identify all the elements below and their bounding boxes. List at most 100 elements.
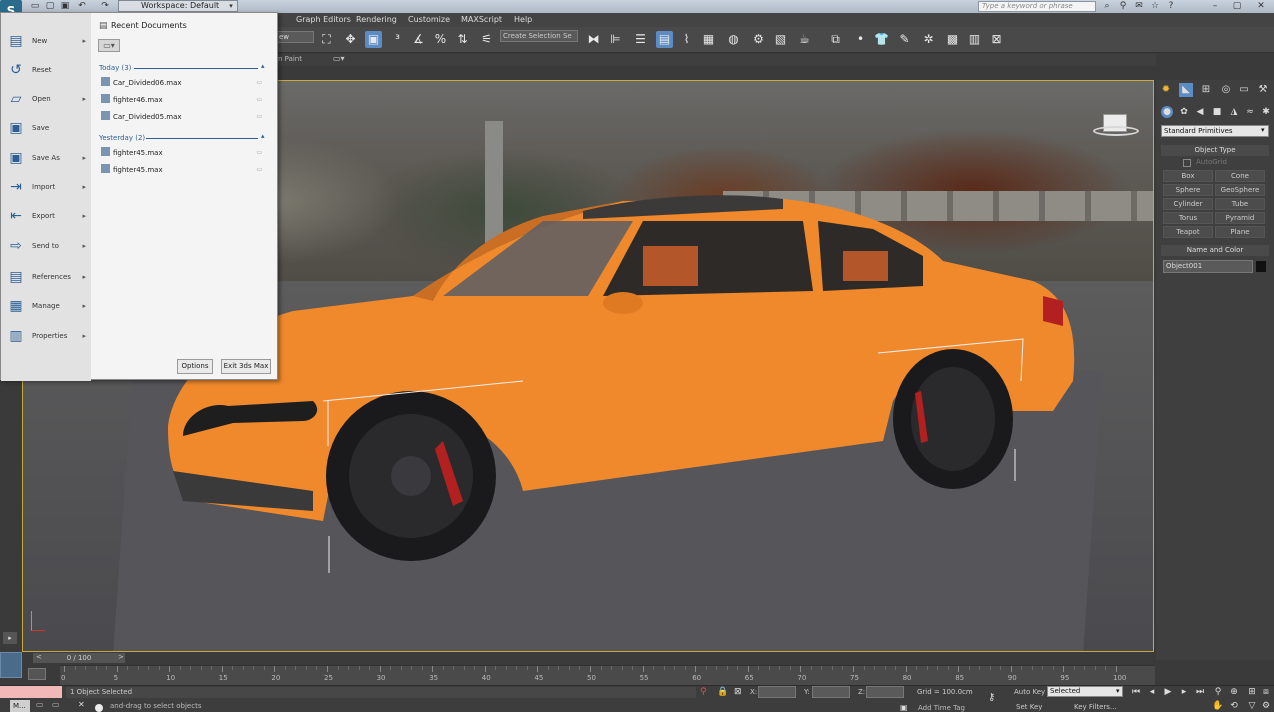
spacewarps-icon[interactable]: ≈	[1244, 106, 1256, 118]
menu-rendering[interactable]: Rendering	[356, 13, 397, 27]
recent-doc-item[interactable]: fighter45.max ▭	[101, 147, 266, 159]
chevron-down-icon[interactable]: ▾	[226, 1, 236, 11]
select-and-link-icon[interactable]: ⛶	[318, 31, 335, 48]
menu-graph-editors[interactable]: Graph Editors	[296, 13, 351, 27]
redo-icon[interactable]: ↷	[100, 1, 110, 11]
material-editor-icon[interactable]: ◍	[725, 31, 742, 48]
viewcube-ring-icon[interactable]	[1093, 126, 1139, 136]
lights-icon[interactable]: ◀	[1194, 106, 1206, 118]
isolate-icon[interactable]: ⚲	[700, 687, 707, 697]
track-bar[interactable]: 0 5 10 15 20 25 30 35 40 45 50 55 60 65 70 75 80 85 90 95 10…	[60, 665, 1155, 685]
named-selection-set-dropdown[interactable]: Create Selection Se	[500, 30, 578, 42]
infocenter-icon[interactable]: ⚲	[1118, 1, 1128, 11]
open-file-icon[interactable]: ▢	[45, 1, 55, 11]
group-today-label[interactable]: Today (3)	[99, 64, 131, 72]
recent-doc-item[interactable]: Car_Divided05.max ▭	[101, 111, 266, 123]
app-menu-manage[interactable]: ▦ Manage ▸	[5, 294, 89, 318]
chevron-down-icon[interactable]: ▾	[1261, 126, 1265, 134]
reference-coordinate-dropdown[interactable]: ew	[276, 31, 314, 43]
track-bar-icon[interactable]	[28, 668, 46, 680]
next-frame-icon[interactable]: >	[118, 653, 124, 661]
favorites-icon[interactable]: ☆	[1150, 1, 1160, 11]
key-mode-dropdown[interactable]: Selected	[1047, 686, 1123, 697]
menu-customize[interactable]: Customize	[408, 13, 450, 27]
app-menu-import[interactable]: ⇥ Import ▸	[5, 175, 89, 199]
time-config-icon[interactable]: ⚙	[1260, 700, 1272, 712]
app-menu-export[interactable]: ⇤ Export ▸	[5, 204, 89, 228]
app-menu-reset[interactable]: ↺ Reset	[5, 58, 89, 82]
search-icon[interactable]: ⌕	[1102, 1, 1112, 11]
previous-frame-icon[interactable]: ◂	[1146, 686, 1158, 698]
snap-3d-icon[interactable]: ³	[389, 31, 406, 48]
object-color-swatch[interactable]	[1256, 261, 1266, 272]
recent-doc-item[interactable]: fighter46.max ▭	[101, 94, 266, 106]
listener-icon[interactable]: ▭	[36, 700, 44, 709]
edit-named-selection-icon[interactable]: ⚟	[478, 31, 495, 48]
menu-help[interactable]: Help	[514, 13, 532, 27]
rendered-frame-window-icon[interactable]: ▧	[772, 31, 789, 48]
torus-button[interactable]: Torus	[1163, 212, 1213, 224]
app-menu-save[interactable]: ▣ Save	[5, 116, 89, 140]
modify-tab-icon[interactable]: ◣	[1179, 83, 1193, 97]
add-time-tag[interactable]: Add Time Tag	[918, 704, 965, 712]
object-type-rollout-header[interactable]: Object Type	[1161, 145, 1269, 156]
particle-icon[interactable]: ✲	[920, 31, 937, 48]
app-menu-new[interactable]: ▤ New ▸	[5, 29, 89, 53]
autogrid-checkbox[interactable]	[1183, 159, 1191, 167]
zoom-extents-icon[interactable]: ⊞	[1246, 686, 1258, 698]
time-slider[interactable]: 0 / 100	[33, 653, 125, 663]
key-icon[interactable]: ⚷	[988, 692, 995, 703]
align-icon[interactable]: ⊫	[607, 31, 624, 48]
x-coordinate-field[interactable]	[758, 686, 796, 698]
motion-tab-icon[interactable]: ◎	[1219, 83, 1233, 97]
maxscript-mini-listener[interactable]: M...	[10, 700, 30, 712]
time-tag-icon[interactable]: ▣	[900, 703, 908, 712]
search-input[interactable]: Type a keyword or phrase	[978, 1, 1096, 12]
containers-icon[interactable]: ⧉	[827, 31, 844, 48]
spinner-snap-icon[interactable]: ⇅	[454, 31, 471, 48]
absolute-mode-icon[interactable]: ⊠	[734, 687, 742, 697]
pin-icon[interactable]: ▭	[256, 164, 262, 176]
paint-icon[interactable]: ✎	[896, 31, 913, 48]
key-filters-button[interactable]: Key Filters...	[1074, 703, 1117, 711]
cone-button[interactable]: Cone	[1215, 170, 1265, 182]
pan-icon[interactable]: ✋	[1212, 700, 1224, 712]
chevron-down-icon[interactable]: ▾	[1116, 687, 1120, 695]
render-setup-icon[interactable]: ⚙	[750, 31, 767, 48]
next-frame-icon[interactable]: ▸	[1178, 686, 1190, 698]
scene-explorer-icon[interactable]: ▤	[656, 31, 673, 48]
tshirt-icon[interactable]: 👕	[873, 31, 890, 48]
pyramid-button[interactable]: Pyramid	[1215, 212, 1265, 224]
exit-button[interactable]: Exit 3ds Max	[221, 359, 271, 374]
move-icon[interactable]: ✥	[342, 31, 359, 48]
mirror-icon[interactable]: ⧓	[585, 31, 602, 48]
app-menu-save-as[interactable]: ▣ Save As ▸	[5, 146, 89, 170]
pin-icon[interactable]: ▭	[256, 94, 262, 106]
utilities-tab-icon[interactable]: ⚒	[1256, 83, 1270, 97]
create-tab-icon[interactable]: ✹	[1159, 83, 1173, 97]
shapes-icon[interactable]: ✿	[1178, 106, 1190, 118]
expand-arrow-icon[interactable]: ▸	[3, 632, 17, 644]
communication-icon[interactable]: ✉	[1134, 1, 1144, 11]
geometry-icon[interactable]: ●	[1161, 106, 1173, 118]
app-menu-open[interactable]: ▱ Open ▸	[5, 87, 89, 111]
recent-doc-item[interactable]: Car_Divided06.max ▭	[101, 77, 266, 89]
display-tab-icon[interactable]: ▭	[1237, 83, 1251, 97]
plane-button[interactable]: Plane	[1215, 226, 1265, 238]
app-menu-send-to[interactable]: ⇨ Send to ▸	[5, 234, 89, 258]
pin-icon[interactable]: ▭	[256, 111, 262, 123]
group-yesterday-label[interactable]: Yesterday (2)	[99, 134, 145, 142]
set-key-button[interactable]: Set Key	[1016, 703, 1042, 711]
point-icon[interactable]: •	[852, 31, 869, 48]
undo-icon[interactable]: ↶	[77, 1, 87, 11]
close-icon[interactable]: ✕	[78, 700, 85, 709]
zoom-icon[interactable]: ⚲	[1212, 686, 1224, 698]
expand-icon[interactable]: ⊠	[988, 31, 1005, 48]
save-file-icon[interactable]: ▣	[60, 1, 70, 11]
select-object-icon[interactable]: ▣	[365, 31, 382, 48]
teapot-button[interactable]: Teapot	[1163, 226, 1213, 238]
go-to-end-icon[interactable]: ⏭	[1194, 686, 1206, 698]
maxscript-listener[interactable]	[0, 686, 62, 698]
collapse-icon[interactable]: ▴	[261, 132, 265, 140]
play-icon[interactable]: ▶	[1162, 686, 1174, 698]
